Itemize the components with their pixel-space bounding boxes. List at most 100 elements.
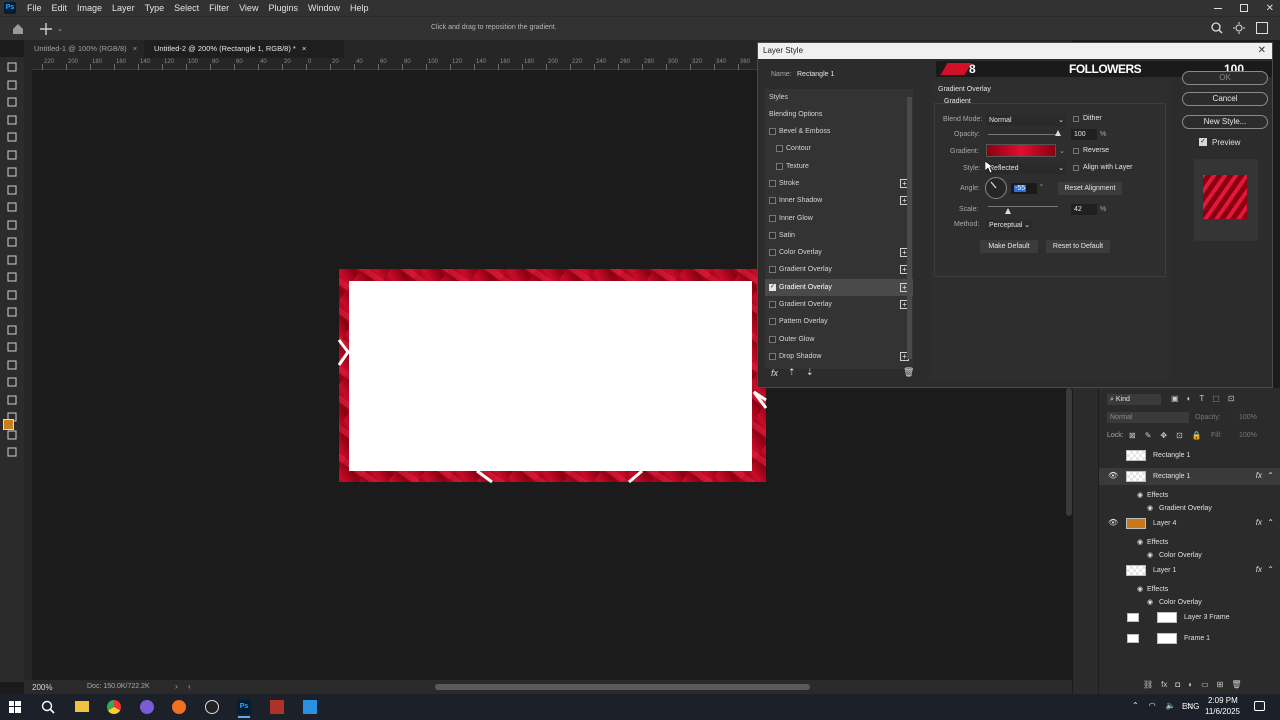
taskbar-search-icon[interactable] [41, 700, 55, 714]
gradient-swatch[interactable] [986, 144, 1056, 157]
layer-row[interactable]: Layer 3 Frame [1099, 609, 1280, 626]
scale-input[interactable]: 42 [1071, 204, 1097, 215]
close-icon[interactable]: × [302, 44, 306, 53]
lock-pixels-icon[interactable]: ⊠ [1129, 431, 1136, 440]
healing-tool-icon[interactable] [6, 201, 18, 213]
style-item-stroke[interactable]: Stroke + [765, 175, 913, 192]
layer-row[interactable]: Rectangle 1 [1099, 447, 1280, 464]
volume-icon[interactable]: 🔈 [1166, 701, 1176, 710]
reset-default-button[interactable]: Reset to Default [1046, 240, 1110, 253]
file-explorer-icon[interactable] [75, 701, 89, 712]
scroll-left-icon[interactable]: ‹ [188, 682, 191, 691]
discover-icon[interactable] [1233, 22, 1245, 34]
layer-row[interactable]: 👁 fx ⌃ Rectangle 1 [1099, 468, 1280, 485]
styles-header[interactable]: Styles [765, 89, 913, 106]
archive-app-icon[interactable] [270, 700, 284, 714]
layer-effect-row[interactable]: ◉ Gradient Overlay [1099, 502, 1280, 515]
blend-mode-select[interactable]: Normal ⌄ [986, 115, 1066, 126]
menu-type[interactable]: Type [140, 0, 170, 16]
eye-icon[interactable]: ◉ [1137, 538, 1143, 546]
home-icon[interactable] [12, 23, 24, 34]
new-style-button[interactable]: New Style... [1182, 115, 1268, 129]
clock-date[interactable]: 11/6/2025 [1205, 707, 1240, 716]
eye-icon[interactable]: ◉ [1137, 585, 1143, 593]
quick-select-tool-icon[interactable] [6, 131, 18, 143]
menu-edit[interactable]: Edit [47, 0, 73, 16]
style-item-texture[interactable]: Texture [765, 158, 913, 175]
style-item-bevel-emboss[interactable]: Bevel & Emboss [765, 123, 913, 140]
style-item-color-overlay[interactable]: Color Overlay + [765, 244, 913, 261]
expand-chevron-icon[interactable]: ⌃ [1267, 565, 1274, 574]
angle-input[interactable]: -55 [1011, 183, 1037, 194]
fx-icon[interactable]: fx [1256, 565, 1262, 574]
eye-icon[interactable]: ◉ [1147, 598, 1153, 606]
style-checkbox[interactable] [769, 249, 776, 257]
fx-icon[interactable]: fx [1256, 518, 1262, 527]
style-item-inner-glow[interactable]: Inner Glow [765, 210, 913, 227]
style-checkbox[interactable]: ✓ [769, 283, 776, 291]
tool-preset-chevron-icon[interactable]: ⌄ [57, 25, 63, 33]
fx-icon[interactable]: fx [1256, 471, 1262, 480]
style-select[interactable]: Reflected ⌄ [986, 163, 1066, 174]
style-checkbox[interactable] [769, 214, 776, 222]
stamp-tool-icon[interactable] [6, 236, 18, 248]
trash-icon[interactable]: 🗑 [1231, 680, 1241, 689]
notification-icon[interactable] [1254, 701, 1265, 711]
trash-icon[interactable]: 🗑 [903, 367, 914, 378]
close-icon[interactable]: × [133, 44, 137, 53]
style-item-contour[interactable]: Contour [765, 140, 913, 157]
rectangle-tool-icon[interactable] [6, 394, 18, 406]
zoom-tool-icon[interactable] [6, 429, 18, 441]
layer-row[interactable]: 👁 fx ⌃ Layer 4 [1099, 515, 1280, 532]
menu-window[interactable]: Window [303, 0, 345, 16]
close-icon[interactable]: ✕ [1266, 3, 1274, 14]
horizontal-scrollbar[interactable] [435, 684, 810, 690]
chrome-icon[interactable] [107, 700, 121, 714]
tab-untitled-1[interactable]: Untitled-1 @ 100% (RGB/8) × [24, 40, 142, 58]
artboard-tool-icon[interactable] [6, 79, 18, 91]
style-checkbox[interactable] [769, 197, 776, 205]
pixel-filter-icon[interactable]: ▣ [1171, 394, 1179, 404]
adjustment-filter-icon[interactable]: ◐ [1187, 394, 1192, 404]
style-checkbox[interactable] [769, 231, 776, 239]
style-checkbox[interactable] [776, 145, 783, 153]
eye-icon[interactable]: ◉ [1147, 551, 1153, 559]
menu-layer[interactable]: Layer [107, 0, 140, 16]
obs-icon[interactable] [205, 700, 219, 714]
crop-tool-icon[interactable] [6, 149, 18, 161]
style-checkbox[interactable] [769, 128, 776, 135]
lock-all-icon[interactable]: 🔒 [1192, 431, 1202, 440]
style-item-satin[interactable]: Satin [765, 227, 913, 244]
layer-effects-row[interactable]: ◉ Effects [1099, 583, 1280, 596]
style-item-gradient-overlay[interactable]: Gradient Overlay + [765, 296, 913, 313]
eyedropper-tool-icon[interactable] [6, 184, 18, 196]
pen-tool-icon[interactable] [6, 341, 18, 353]
layer-effects-row[interactable]: ◉ Effects [1099, 536, 1280, 549]
ok-button[interactable]: OK [1182, 71, 1268, 85]
reverse-checkbox[interactable] [1073, 148, 1079, 154]
smart-filter-icon[interactable]: ⊡ [1228, 394, 1235, 404]
menu-help[interactable]: Help [345, 0, 374, 16]
minimize-icon[interactable] [1213, 7, 1222, 9]
eye-icon[interactable]: ◉ [1137, 491, 1143, 499]
style-item-inner-shadow[interactable]: Inner Shadow + [765, 192, 913, 209]
opacity-slider-thumb[interactable] [1055, 130, 1061, 136]
preview-checkbox[interactable]: ✓ [1199, 138, 1207, 146]
align-checkbox[interactable] [1073, 165, 1079, 171]
eye-icon[interactable]: ◉ [1147, 504, 1153, 512]
viber-icon[interactable] [140, 700, 154, 714]
style-checkbox[interactable] [769, 301, 776, 308]
brush-tool-icon[interactable] [6, 219, 18, 231]
eraser-tool-icon[interactable] [6, 271, 18, 283]
opacity-input[interactable]: 100 [1071, 129, 1097, 140]
menu-plugins[interactable]: Plugins [263, 0, 303, 16]
eye-icon[interactable]: 👁 [1108, 518, 1118, 527]
make-default-button[interactable]: Make Default [980, 240, 1038, 253]
layer-blend-select[interactable]: Normal [1107, 412, 1189, 423]
kind-filter[interactable]: ⌕ Kind [1107, 394, 1161, 405]
style-checkbox[interactable] [776, 162, 783, 170]
gradient-chevron-icon[interactable]: ⌄ [1059, 147, 1065, 155]
vertical-scrollbar[interactable] [1066, 388, 1072, 516]
expand-chevron-icon[interactable]: ⌃ [1267, 471, 1274, 480]
fx-icon[interactable]: fx [1161, 680, 1167, 689]
